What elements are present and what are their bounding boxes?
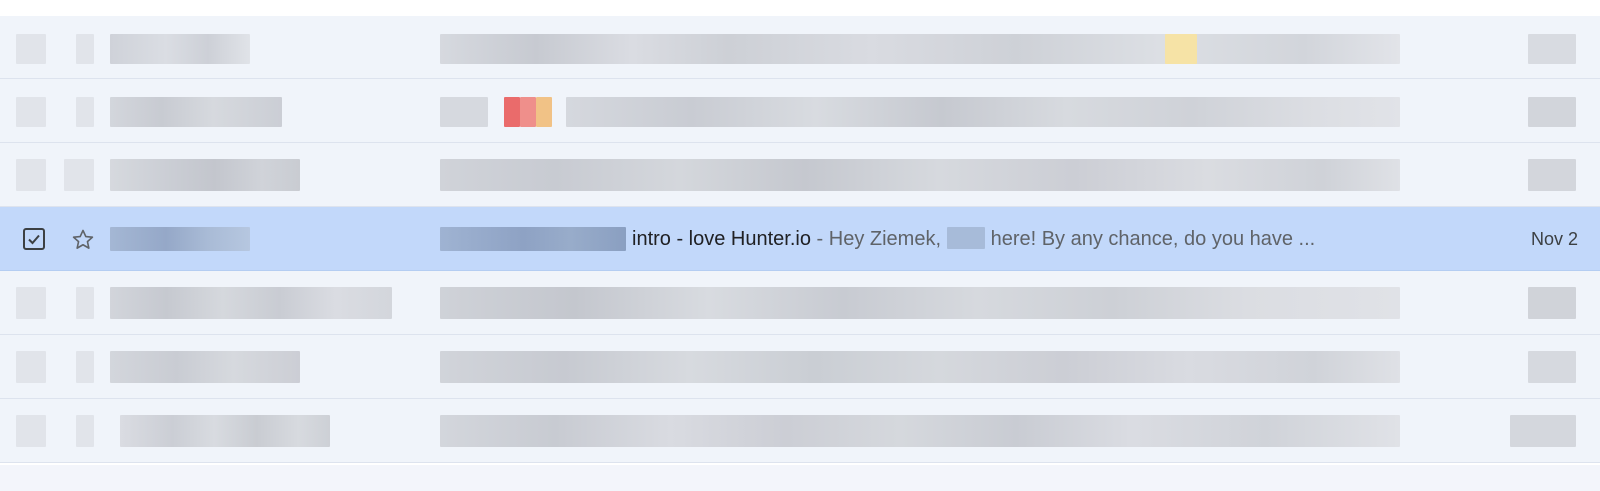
redacted-subject [440, 351, 1400, 383]
email-row[interactable] [0, 79, 1600, 143]
redacted-date [1528, 159, 1576, 191]
email-snippet-greeting: Hey Ziemek, [828, 228, 942, 250]
redacted-highlight [1165, 34, 1197, 64]
email-row[interactable] [0, 399, 1600, 463]
redacted-sender [110, 159, 300, 191]
email-row-selected[interactable]: intro - love Hunter.io - Hey Ziemek, her… [0, 207, 1600, 271]
redacted-sender [110, 351, 300, 383]
email-row[interactable] [0, 271, 1600, 335]
redacted-checkbox[interactable] [16, 34, 46, 64]
redacted-name [947, 227, 986, 249]
email-list: intro - love Hunter.io - Hey Ziemek, her… [0, 16, 1600, 463]
redacted-star[interactable] [76, 97, 94, 127]
redacted-star[interactable] [64, 159, 94, 191]
redacted-checkbox[interactable] [16, 287, 46, 319]
redacted-checkbox[interactable] [16, 97, 46, 127]
checkbox-checked-icon[interactable] [23, 228, 45, 250]
redacted-subject [440, 415, 1400, 447]
email-subject-line: intro - love Hunter.io - Hey Ziemek, her… [632, 227, 1315, 251]
snippet-separator: - [810, 228, 829, 250]
redacted-subject [440, 287, 1400, 319]
redacted-checkbox[interactable] [16, 159, 46, 191]
redacted-subject-prefix [440, 227, 626, 251]
redacted-star[interactable] [76, 415, 94, 447]
redacted-color-chip [504, 97, 520, 127]
redacted-sender [110, 227, 250, 251]
redacted-color-chip [520, 97, 536, 127]
redacted-sender [110, 287, 392, 319]
redacted-subject [566, 97, 1400, 127]
redacted-star[interactable] [76, 34, 94, 64]
list-footer [0, 465, 1600, 491]
redacted-star[interactable] [76, 287, 94, 319]
redacted-sender [110, 34, 250, 64]
redacted-subject-prefix [440, 97, 488, 127]
email-snippet-rest: here! By any chance, do you have ... [985, 228, 1316, 250]
redacted-subject [440, 159, 1400, 191]
redacted-date [1528, 97, 1576, 127]
star-outline-icon[interactable] [70, 227, 96, 253]
email-subject: intro - love Hunter.io [632, 228, 811, 250]
redacted-date [1528, 351, 1576, 383]
email-date: Nov 2 [1530, 229, 1578, 249]
redacted-star[interactable] [76, 351, 94, 383]
redacted-checkbox[interactable] [16, 415, 46, 447]
redacted-sender [120, 415, 330, 447]
email-row[interactable] [0, 143, 1600, 207]
email-row[interactable] [0, 16, 1600, 79]
redacted-subject [440, 34, 1400, 64]
redacted-date [1510, 415, 1576, 447]
redacted-sender [110, 97, 282, 127]
redacted-color-chip [536, 97, 552, 127]
redacted-date [1528, 34, 1576, 64]
email-row[interactable] [0, 335, 1600, 399]
redacted-checkbox[interactable] [16, 351, 46, 383]
redacted-date [1528, 287, 1576, 319]
